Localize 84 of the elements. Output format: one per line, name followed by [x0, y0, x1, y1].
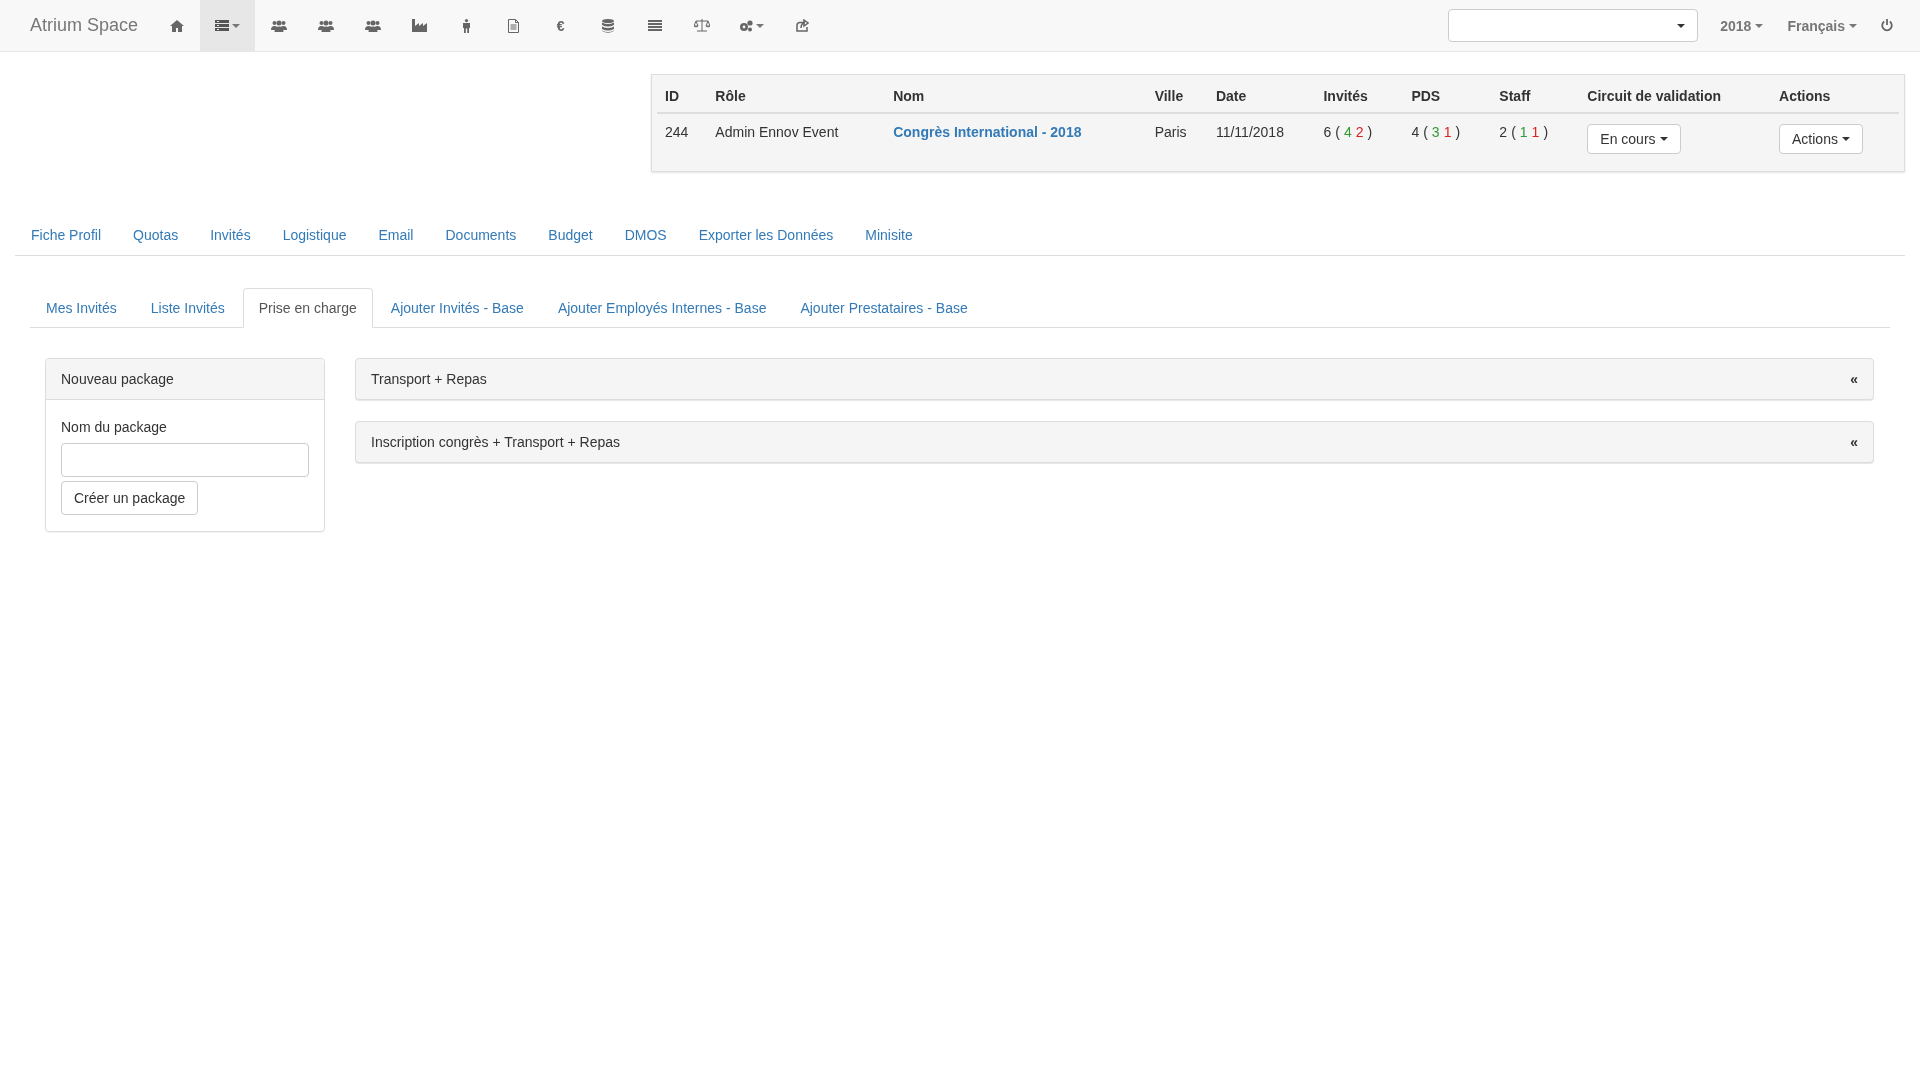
currency-link[interactable]: €: [537, 0, 585, 51]
collapse-toggle[interactable]: «: [1850, 371, 1858, 387]
column-header: Nom: [885, 80, 1147, 113]
nav-link[interactable]: DMOS: [608, 216, 683, 255]
nav-link[interactable]: Logistique: [266, 216, 363, 255]
users-icon: [364, 19, 381, 32]
count-value: 3: [1431, 124, 1440, 140]
caret-icon: [232, 23, 241, 28]
nav-link[interactable]: Fiche Profil: [15, 216, 118, 255]
count-value: 1: [1443, 124, 1452, 140]
count-value: 1: [1531, 124, 1540, 140]
count-total: 4: [1411, 124, 1420, 140]
parenthesis: (: [1511, 124, 1516, 140]
nav-link[interactable]: Exporter les Données: [682, 216, 850, 255]
package-name-input[interactable]: [61, 443, 309, 477]
nav-link[interactable]: Documents: [429, 216, 533, 255]
column-header: Date: [1207, 80, 1316, 113]
column-header: Ville: [1146, 80, 1208, 113]
create-package-button[interactable]: Créer un package: [61, 481, 199, 515]
count-total: 2: [1499, 124, 1508, 140]
actions-dropdown[interactable]: Actions: [1779, 124, 1863, 154]
list-icon: [647, 20, 662, 31]
caret-icon: [756, 23, 765, 28]
power-icon: [1881, 19, 1893, 32]
brand-link[interactable]: Atrium Space: [0, 0, 154, 51]
package-panel-header[interactable]: Inscription congrès + Transport + Repas «: [355, 421, 1874, 463]
toolbar-button[interactable]: [200, 0, 256, 51]
panel-title: Transport + Repas: [371, 371, 487, 387]
person-icon: [463, 18, 471, 33]
tab[interactable]: Liste Invités: [134, 288, 241, 328]
caret-icon: [1849, 23, 1857, 28]
users-icon: [317, 19, 334, 32]
field-label: Nom du package: [61, 419, 167, 435]
count-value: 4: [1343, 124, 1352, 140]
nav-link[interactable]: Email: [362, 216, 430, 255]
parenthesis: ): [1367, 124, 1373, 140]
language-dropdown[interactable]: Français: [1775, 0, 1869, 51]
caret-icon: [1755, 23, 1764, 28]
column-header: ID: [657, 80, 708, 113]
nav-link[interactable]: Budget: [532, 216, 609, 255]
nav-link[interactable]: Invités: [194, 216, 267, 255]
table-cell: 244: [657, 113, 708, 166]
parenthesis: ): [1543, 124, 1549, 140]
status-dropdown[interactable]: En cours: [1587, 124, 1681, 154]
tab[interactable]: Prise en charge: [242, 288, 373, 328]
count-value: 1: [1519, 124, 1528, 140]
nav-link[interactable]: Minisite: [849, 216, 929, 255]
factory-icon: [412, 19, 428, 32]
parenthesis: ): [1455, 124, 1461, 140]
count-value: 2: [1355, 124, 1364, 140]
tab[interactable]: Ajouter Invités - Base: [374, 288, 540, 328]
table-cell: Admin Ennov Event: [707, 113, 886, 166]
event-link[interactable]: Congrès International - 2018: [893, 124, 1082, 140]
column-header: PDS: [1403, 80, 1492, 113]
column-header: Staff: [1491, 80, 1580, 113]
nav-link[interactable]: Quotas: [117, 216, 195, 255]
parenthesis: (: [1335, 124, 1340, 140]
tab[interactable]: Mes Invités: [30, 288, 133, 328]
tab[interactable]: Ajouter Prestataires - Base: [784, 288, 984, 328]
tab[interactable]: Ajouter Employés Internes - Base: [541, 288, 783, 328]
panel-title: Inscription congrès + Transport + Repas: [371, 434, 621, 450]
list-icon: [215, 20, 230, 31]
document-icon: [508, 18, 520, 33]
database-icon: [601, 18, 614, 33]
column-header: Actions: [1771, 80, 1899, 113]
gears-icon: [739, 19, 754, 32]
collapse-toggle[interactable]: «: [1850, 434, 1858, 450]
users-icon: [270, 19, 287, 32]
column-header: Rôle: [707, 80, 886, 113]
table-cell: 11/11/2018: [1207, 113, 1316, 166]
panel-title: Nouveau package: [61, 371, 174, 387]
balance-scale-icon: [693, 19, 710, 32]
home-icon: [169, 19, 184, 32]
table-cell: Paris: [1146, 113, 1208, 166]
year-dropdown[interactable]: 2018: [1708, 0, 1776, 51]
share-icon: [794, 19, 809, 32]
caret-icon: [1659, 137, 1668, 141]
package-panel-header[interactable]: Transport + Repas «: [355, 358, 1874, 400]
column-header: Circuit de validation: [1579, 80, 1771, 113]
caret-icon: [1841, 137, 1850, 141]
column-header: Invités: [1315, 80, 1404, 113]
parenthesis: (: [1423, 124, 1428, 140]
count-total: 6: [1323, 124, 1332, 140]
caret-icon: [1677, 23, 1686, 28]
